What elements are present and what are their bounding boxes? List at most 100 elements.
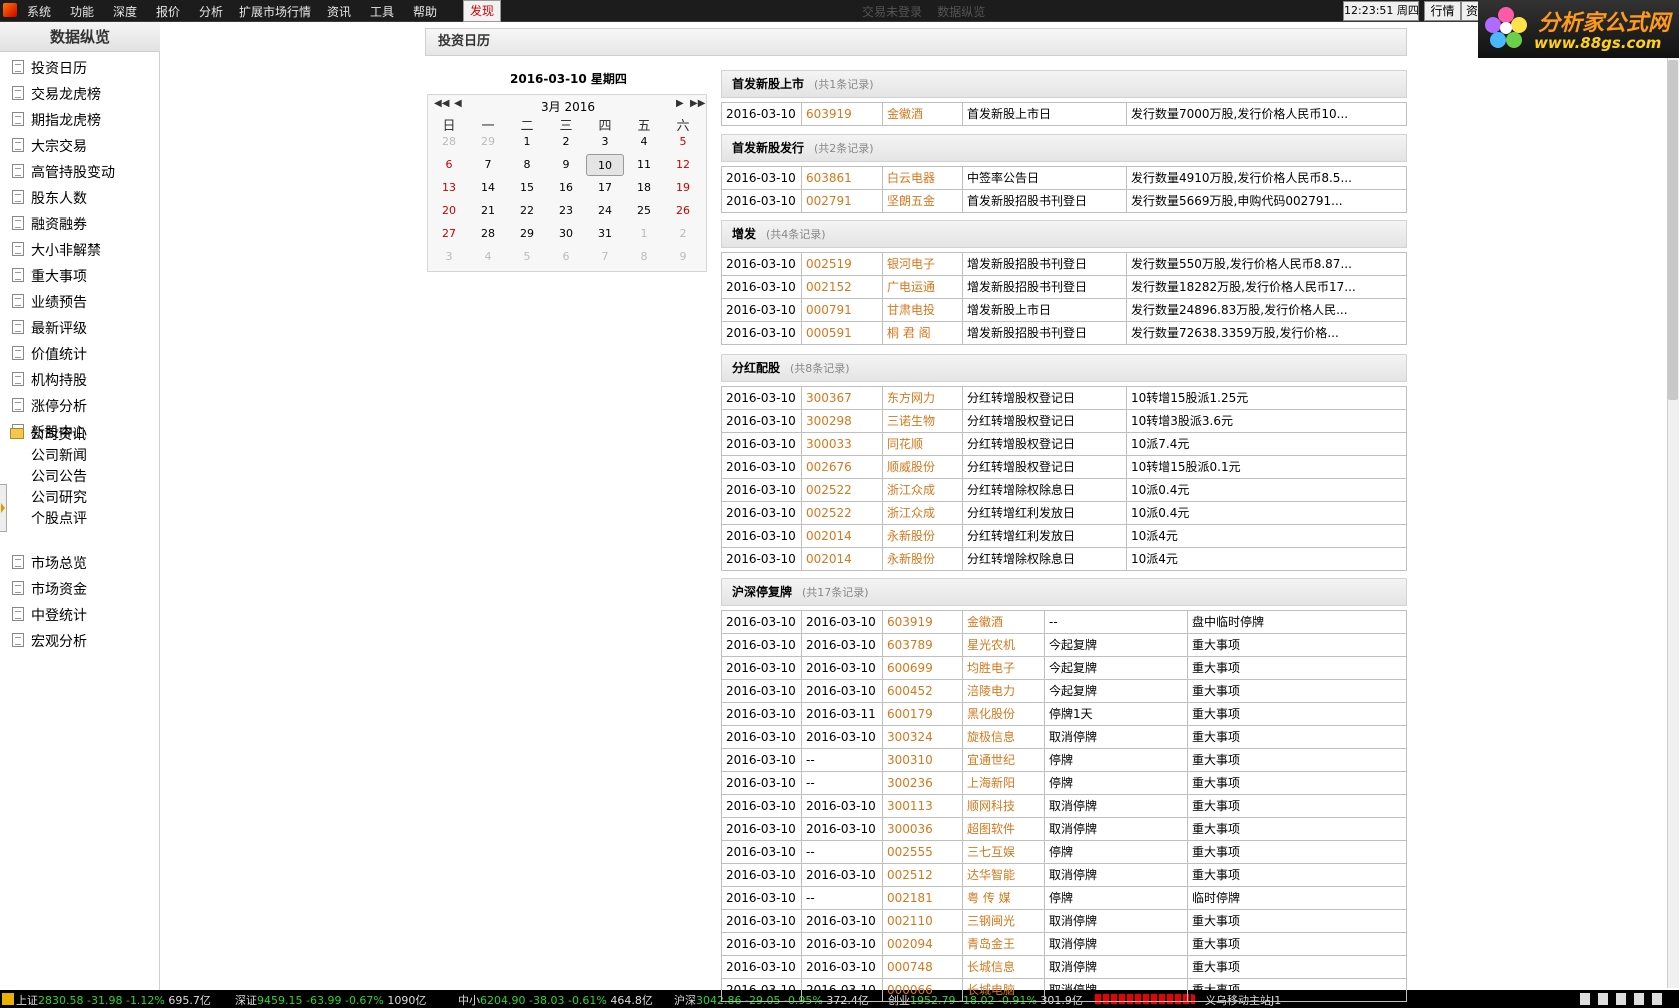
menu-item-5[interactable]: 扩展市场行情	[239, 3, 311, 20]
menu-item-1[interactable]: 功能	[70, 3, 94, 20]
sidebar-folder[interactable]: 公司资讯	[10, 424, 86, 444]
stock-name-link[interactable]: 永新股份	[882, 548, 962, 570]
table-row[interactable]: 2016-03-10 2016-03-10 002512 达华智能 取消停牌 重大事项	[721, 864, 1407, 887]
stock-code-link[interactable]: 002512	[882, 864, 962, 886]
calendar-day[interactable]: 5	[508, 246, 546, 268]
calendar-day[interactable]: 4	[625, 131, 663, 153]
sidebar-item[interactable]: 高管持股变动	[12, 162, 115, 182]
stock-code-link[interactable]: 300236	[882, 772, 962, 794]
app-logo-icon[interactable]	[3, 3, 17, 17]
sidebar-subitem[interactable]: 公司公告	[31, 466, 87, 486]
stock-name-link[interactable]: 达华智能	[962, 864, 1044, 886]
stock-code-link[interactable]: 002555	[882, 841, 962, 863]
sidebar-collapse-handle[interactable]	[0, 484, 7, 532]
table-row[interactable]: 2016-03-10 -- 300236 上海新阳 停牌 重大事项	[721, 772, 1407, 795]
stock-code-link[interactable]: 300298	[801, 410, 882, 432]
calendar-day[interactable]: 31	[586, 223, 624, 245]
stock-code-link[interactable]: 603919	[801, 103, 882, 125]
stock-code-link[interactable]: 002676	[801, 456, 882, 478]
table-row[interactable]: 2016-03-10 300033 同花顺 分红转增股权登记日 10派7.4元	[721, 433, 1407, 456]
calendar-day[interactable]: 2	[547, 131, 585, 153]
table-row[interactable]: 2016-03-10 2016-03-10 000748 长城信息 取消停牌 重大事项	[721, 956, 1407, 979]
table-row[interactable]: 2016-03-10 2016-03-10 002094 青岛金王 取消停牌 重大事项	[721, 933, 1407, 956]
calendar-day[interactable]: 29	[508, 223, 546, 245]
calendar-day[interactable]: 9	[547, 154, 585, 176]
calendar-day[interactable]: 6	[547, 246, 585, 268]
stock-code-link[interactable]: 603919	[882, 611, 962, 633]
calendar-day[interactable]: 16	[547, 177, 585, 199]
stock-name-link[interactable]: 顺威股份	[882, 456, 962, 478]
stock-name-link[interactable]: 黑化股份	[962, 703, 1044, 725]
stock-code-link[interactable]: 002522	[801, 502, 882, 524]
sidebar-subitem[interactable]: 公司研究	[31, 487, 87, 507]
table-row[interactable]: 2016-03-10 002014 永新股份 分红转增除权除息日 10派4元	[721, 548, 1407, 571]
sidebar-subitem[interactable]: 公司新闻	[31, 445, 87, 465]
stock-name-link[interactable]: 甘肃电投	[882, 299, 962, 321]
menu-item-2[interactable]: 深度	[113, 3, 137, 20]
stock-name-link[interactable]: 浙江众成	[882, 502, 962, 524]
sidebar-item[interactable]: 宏观分析	[12, 631, 87, 651]
sidebar-item[interactable]: 期指龙虎榜	[12, 110, 101, 130]
calendar-day[interactable]: 18	[625, 177, 663, 199]
calendar-day[interactable]: 7	[469, 154, 507, 176]
menu-item-3[interactable]: 报价	[156, 3, 180, 20]
stock-name-link[interactable]: 三诺生物	[882, 410, 962, 432]
calendar-day[interactable]: 5	[664, 131, 702, 153]
calendar-day[interactable]: 22	[508, 200, 546, 222]
calendar-day[interactable]: 8	[625, 246, 663, 268]
calendar-day[interactable]: 21	[469, 200, 507, 222]
stock-code-link[interactable]: 300033	[801, 433, 882, 455]
table-row[interactable]: 2016-03-10 002522 浙江众成 分红转增除权除息日 10派0.4元	[721, 479, 1407, 502]
table-row[interactable]: 2016-03-10 -- 002555 三七互娱 停牌 重大事项	[721, 841, 1407, 864]
stock-name-link[interactable]: 超图软件	[962, 818, 1044, 840]
calendar-day[interactable]: 6	[430, 154, 468, 176]
sidebar-subitem[interactable]: 个股点评	[31, 508, 87, 528]
stock-code-link[interactable]: 603789	[882, 634, 962, 656]
table-row[interactable]: 2016-03-10 2016-03-10 600699 均胜电子 今起复牌 重大事项	[721, 657, 1407, 680]
stock-code-link[interactable]: 002152	[801, 276, 882, 298]
table-row[interactable]: 2016-03-10 002014 永新股份 分红转增红利发放日 10派4元	[721, 525, 1407, 548]
calendar-day[interactable]: 10	[586, 154, 624, 176]
calendar-day[interactable]: 3	[586, 131, 624, 153]
table-row[interactable]: 2016-03-10 2016-03-10 300113 顺网科技 取消停牌 重大事项	[721, 795, 1407, 818]
table-row[interactable]: 2016-03-10 -- 002181 粤 传 媒停牌 临时停牌	[721, 887, 1407, 910]
table-row[interactable]: 2016-03-10 002522 浙江众成 分红转增红利发放日 10派0.4元	[721, 502, 1407, 525]
menu-item-6[interactable]: 资讯	[327, 3, 351, 20]
stock-code-link[interactable]: 600452	[882, 680, 962, 702]
calendar-day[interactable]: 26	[664, 200, 702, 222]
calendar-day[interactable]: 1	[625, 223, 663, 245]
next-year-icon[interactable]: ▶▶	[690, 98, 705, 109]
calendar-day[interactable]: 2	[664, 223, 702, 245]
sidebar-item[interactable]: 市场总览	[12, 553, 87, 573]
table-row[interactable]: 2016-03-10 2016-03-10 600452 涪陵电力 今起复牌 重大事项	[721, 680, 1407, 703]
stock-name-link[interactable]: 宜通世纪	[962, 749, 1044, 771]
stock-name-link[interactable]: 银河电子	[882, 253, 962, 275]
calendar-day[interactable]: 14	[469, 177, 507, 199]
calendar-day[interactable]: 4	[469, 246, 507, 268]
sidebar-item[interactable]: 交易龙虎榜	[12, 84, 101, 104]
calendar-day[interactable]: 15	[508, 177, 546, 199]
calendar-day[interactable]: 13	[430, 177, 468, 199]
sidebar-item[interactable]: 大小非解禁	[12, 240, 101, 260]
calendar-day[interactable]: 25	[625, 200, 663, 222]
sidebar-item[interactable]: 市场资金	[12, 579, 87, 599]
stock-code-link[interactable]: 002094	[882, 933, 962, 955]
table-row[interactable]: 2016-03-10 603919 金徽酒 首发新股上市日 发行数量7000万股,发行价…	[721, 102, 1407, 126]
stock-name-link[interactable]: 粤 传 媒	[962, 887, 1044, 909]
stock-code-link[interactable]: 002014	[801, 548, 882, 570]
stock-code-link[interactable]: 000791	[801, 299, 882, 321]
stock-code-link[interactable]: 002014	[801, 525, 882, 547]
stock-code-link[interactable]: 300367	[801, 387, 882, 409]
calendar-day[interactable]: 8	[508, 154, 546, 176]
calendar-day[interactable]: 24	[586, 200, 624, 222]
stock-name-link[interactable]: 顺网科技	[962, 795, 1044, 817]
index-2[interactable]: 中小6204.90 -38.03 -0.61% 464.8亿	[458, 992, 653, 1008]
sidebar-item[interactable]: 最新评级	[12, 318, 87, 338]
calendar-day[interactable]: 19	[664, 177, 702, 199]
table-row[interactable]: 2016-03-10 002152 广电运通 增发新股招股书刊登日 发行数量18282万…	[721, 276, 1407, 299]
stock-code-link[interactable]: 000066	[882, 979, 962, 1001]
calendar-day[interactable]: 28	[469, 223, 507, 245]
stock-name-link[interactable]: 金徽酒	[962, 611, 1044, 633]
calendar-day[interactable]: 20	[430, 200, 468, 222]
stock-code-link[interactable]: 002181	[882, 887, 962, 909]
